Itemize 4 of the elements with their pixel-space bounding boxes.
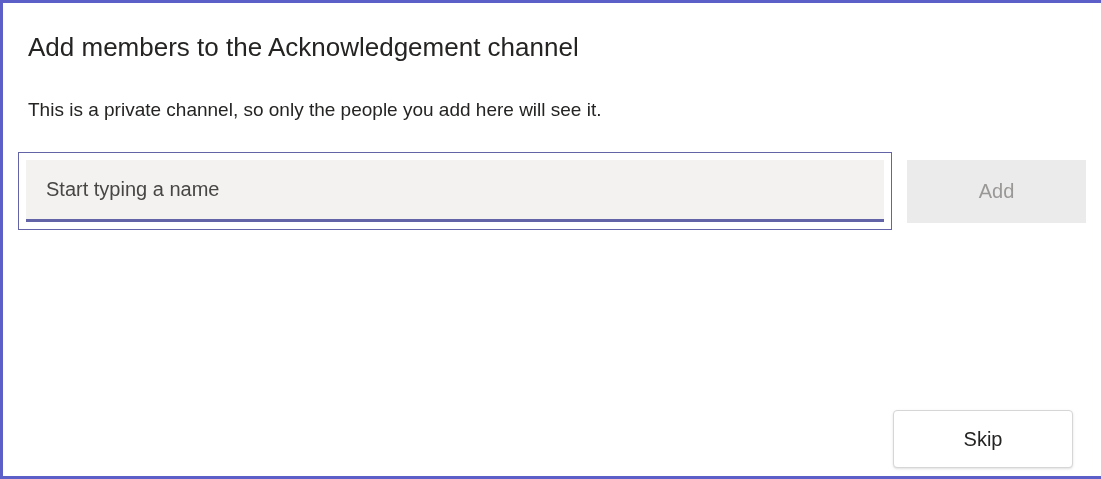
- name-field[interactable]: Start typing a name: [18, 152, 892, 230]
- dialog-title: Add members to the Acknowledgement channel: [27, 31, 580, 64]
- dialog-description: This is a private channel, so only the people you add here will see it.: [27, 97, 603, 122]
- skip-button[interactable]: Skip: [893, 410, 1073, 468]
